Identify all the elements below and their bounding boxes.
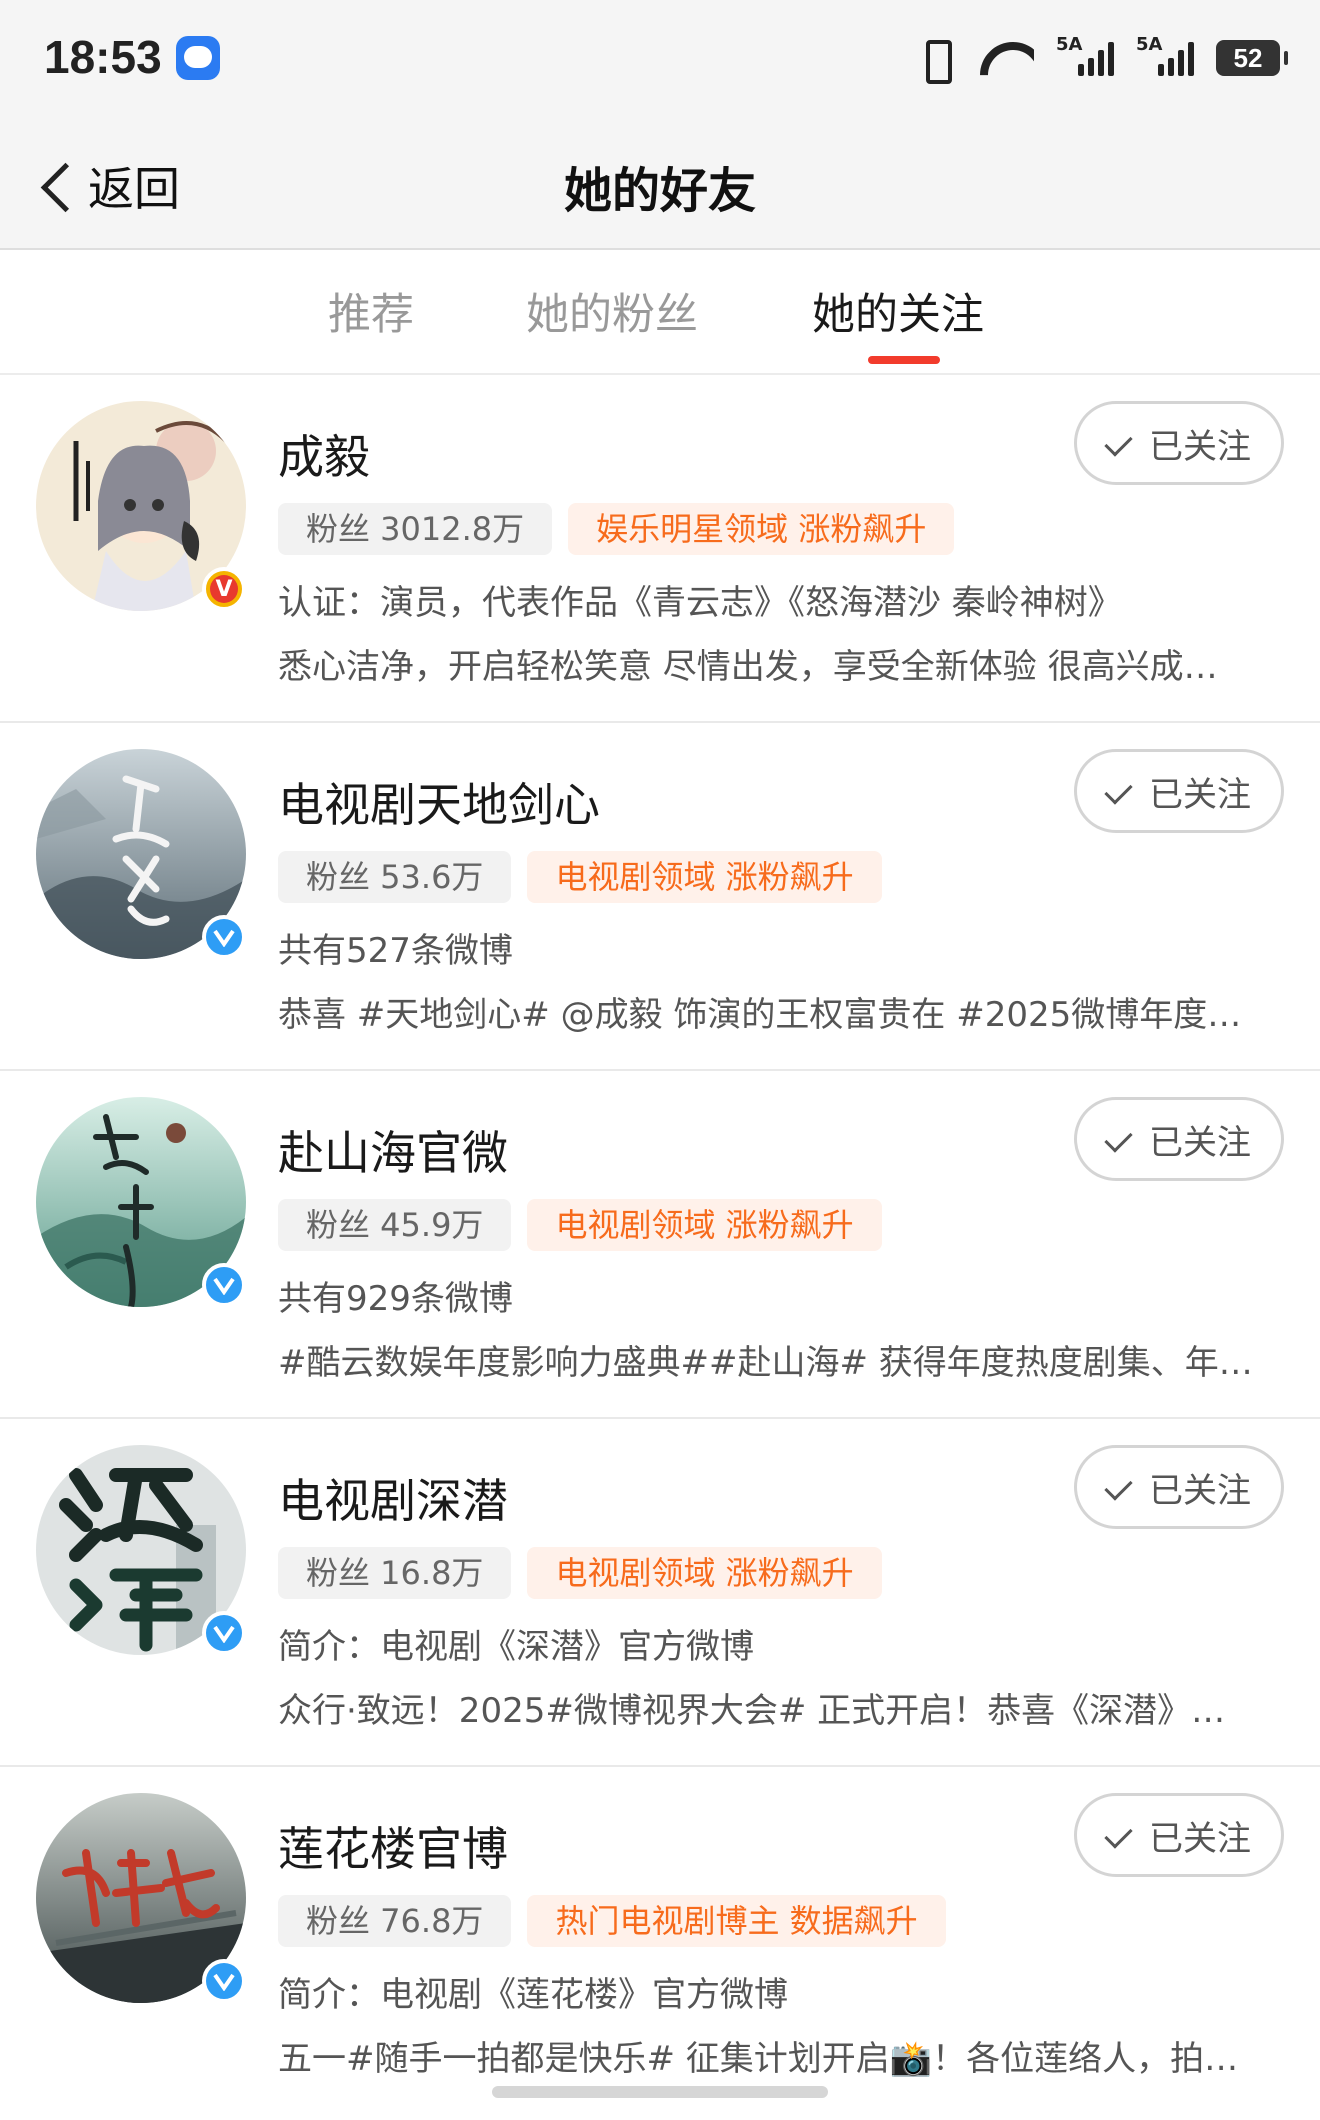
list-item[interactable]: 电视剧深潜 粉丝 16.8万 电视剧领域 涨粉飙升 简介：电视剧《深潜》官方微博… bbox=[0, 1419, 1320, 1767]
domain-tag[interactable]: 热门电视剧博主 数据飙升 bbox=[527, 1895, 946, 1947]
fans-count-tag: 粉丝 16.8万 bbox=[278, 1547, 512, 1599]
status-time: 18:53 bbox=[44, 31, 162, 83]
following-button[interactable]: 已关注 bbox=[1074, 749, 1284, 833]
tag-row: 粉丝 76.8万 热门电视剧博主 数据飙升 bbox=[278, 1895, 946, 1947]
following-button[interactable]: 已关注 bbox=[1074, 1445, 1284, 1529]
latest-post[interactable]: 悉心洁净，开启轻松笑意 尽情出发，享受全新体验 很高兴成… bbox=[278, 639, 1278, 688]
following-label: 已关注 bbox=[1149, 1818, 1251, 1859]
vibrate-icon bbox=[916, 38, 956, 84]
verified-blue-badge-icon bbox=[202, 1263, 246, 1307]
tab-her-fans[interactable]: 她的粉丝 bbox=[526, 280, 698, 342]
tab-bar: 推荐 她的粉丝 她的关注 bbox=[0, 250, 1320, 375]
battery-icon: 52 bbox=[1216, 40, 1288, 76]
fans-count-tag: 粉丝 3012.8万 bbox=[278, 503, 553, 555]
user-name[interactable]: 电视剧深潜 bbox=[278, 1465, 508, 1531]
tab-her-following[interactable]: 她的关注 bbox=[812, 280, 984, 342]
user-description: 简介：电视剧《深潜》官方微博 bbox=[278, 1627, 754, 1667]
user-description: 认证：演员，代表作品《青云志》《怒海潜沙 秦岭神树》 bbox=[278, 583, 1122, 623]
following-label: 已关注 bbox=[1149, 1470, 1251, 1511]
check-icon bbox=[1107, 1824, 1137, 1846]
user-name[interactable]: 莲花楼官博 bbox=[278, 1813, 508, 1879]
check-icon bbox=[1107, 432, 1137, 454]
badge-letter: V bbox=[215, 576, 233, 602]
verified-gold-badge-icon: V bbox=[202, 567, 246, 611]
signal-label: 5A bbox=[1136, 34, 1163, 55]
user-description: 共有929条微博 bbox=[278, 1279, 513, 1319]
signal-icon: 5A bbox=[1136, 34, 1194, 76]
status-icons: 5A 5A 52 bbox=[916, 34, 1288, 84]
verified-blue-badge-icon bbox=[202, 1959, 246, 2003]
user-description: 共有527条微博 bbox=[278, 931, 513, 971]
wifi-icon bbox=[978, 38, 1034, 78]
list-item[interactable]: 赴山海官微 粉丝 45.9万 电视剧领域 涨粉飙升 共有929条微博 #酷云数娱… bbox=[0, 1071, 1320, 1419]
check-icon bbox=[1107, 1128, 1137, 1150]
list-item[interactable]: V 成毅 粉丝 3012.8万 娱乐明星领域 涨粉飙升 认证：演员，代表作品《青… bbox=[0, 375, 1320, 723]
following-button[interactable]: 已关注 bbox=[1074, 1793, 1284, 1877]
active-tab-indicator bbox=[868, 356, 940, 364]
following-list: V 成毅 粉丝 3012.8万 娱乐明星领域 涨粉飙升 认证：演员，代表作品《青… bbox=[0, 375, 1320, 2115]
check-icon bbox=[1107, 1476, 1137, 1498]
page-title: 她的好友 bbox=[563, 163, 756, 219]
check-icon bbox=[1107, 780, 1137, 802]
tab-recommend[interactable]: 推荐 bbox=[328, 280, 414, 342]
tag-row: 粉丝 45.9万 电视剧领域 涨粉飙升 bbox=[278, 1199, 882, 1251]
tag-row: 粉丝 3012.8万 娱乐明星领域 涨粉飙升 bbox=[278, 503, 955, 555]
domain-tag[interactable]: 电视剧领域 涨粉飙升 bbox=[527, 1199, 882, 1251]
home-indicator[interactable] bbox=[492, 2086, 828, 2098]
list-item[interactable]: 电视剧天地剑心 粉丝 53.6万 电视剧领域 涨粉飙升 共有527条微博 恭喜 … bbox=[0, 723, 1320, 1071]
domain-tag[interactable]: 电视剧领域 涨粉飙升 bbox=[527, 851, 882, 903]
following-label: 已关注 bbox=[1149, 774, 1251, 815]
user-name[interactable]: 成毅 bbox=[278, 421, 370, 487]
status-bar: 18:53 5A 5A 52 bbox=[0, 0, 1320, 115]
latest-post[interactable]: 五一#随手一拍都是快乐# 征集计划开启📸！各位莲络人，拍… bbox=[278, 2031, 1278, 2080]
following-button[interactable]: 已关注 bbox=[1074, 1097, 1284, 1181]
latest-post[interactable]: #酷云数娱年度影响力盛典##赴山海# 获得年度热度剧集、年… bbox=[278, 1335, 1278, 1384]
fans-count-tag: 粉丝 76.8万 bbox=[278, 1895, 512, 1947]
latest-post[interactable]: 恭喜 #天地剑心# @成毅 饰演的王权富贵在 #2025微博年度… bbox=[278, 987, 1278, 1036]
verified-blue-badge-icon bbox=[202, 915, 246, 959]
latest-post[interactable]: 众行·致远！2025#微博视界大会# 正式开启！恭喜《深潜》… bbox=[278, 1683, 1278, 1732]
following-button[interactable]: 已关注 bbox=[1074, 401, 1284, 485]
domain-tag[interactable]: 电视剧领域 涨粉飙升 bbox=[527, 1547, 882, 1599]
list-item[interactable]: 莲花楼官博 粉丝 76.8万 热门电视剧博主 数据飙升 简介：电视剧《莲花楼》官… bbox=[0, 1767, 1320, 2115]
tag-row: 粉丝 53.6万 电视剧领域 涨粉飙升 bbox=[278, 851, 882, 903]
user-description: 简介：电视剧《莲花楼》官方微博 bbox=[278, 1975, 788, 2015]
verified-blue-badge-icon bbox=[202, 1611, 246, 1655]
tag-row: 粉丝 16.8万 电视剧领域 涨粉飙升 bbox=[278, 1547, 882, 1599]
domain-tag[interactable]: 娱乐明星领域 涨粉飙升 bbox=[568, 503, 955, 555]
fans-count-tag: 粉丝 53.6万 bbox=[278, 851, 512, 903]
following-label: 已关注 bbox=[1149, 1122, 1251, 1163]
user-name[interactable]: 赴山海官微 bbox=[278, 1117, 508, 1183]
fans-count-tag: 粉丝 45.9万 bbox=[278, 1199, 512, 1251]
signal-icon: 5A bbox=[1056, 34, 1114, 76]
following-label: 已关注 bbox=[1149, 426, 1251, 467]
nav-header: 返回 她的好友 bbox=[0, 115, 1320, 250]
signal-label: 5A bbox=[1056, 34, 1083, 55]
user-name[interactable]: 电视剧天地剑心 bbox=[278, 769, 600, 835]
message-notification-icon bbox=[176, 36, 220, 80]
